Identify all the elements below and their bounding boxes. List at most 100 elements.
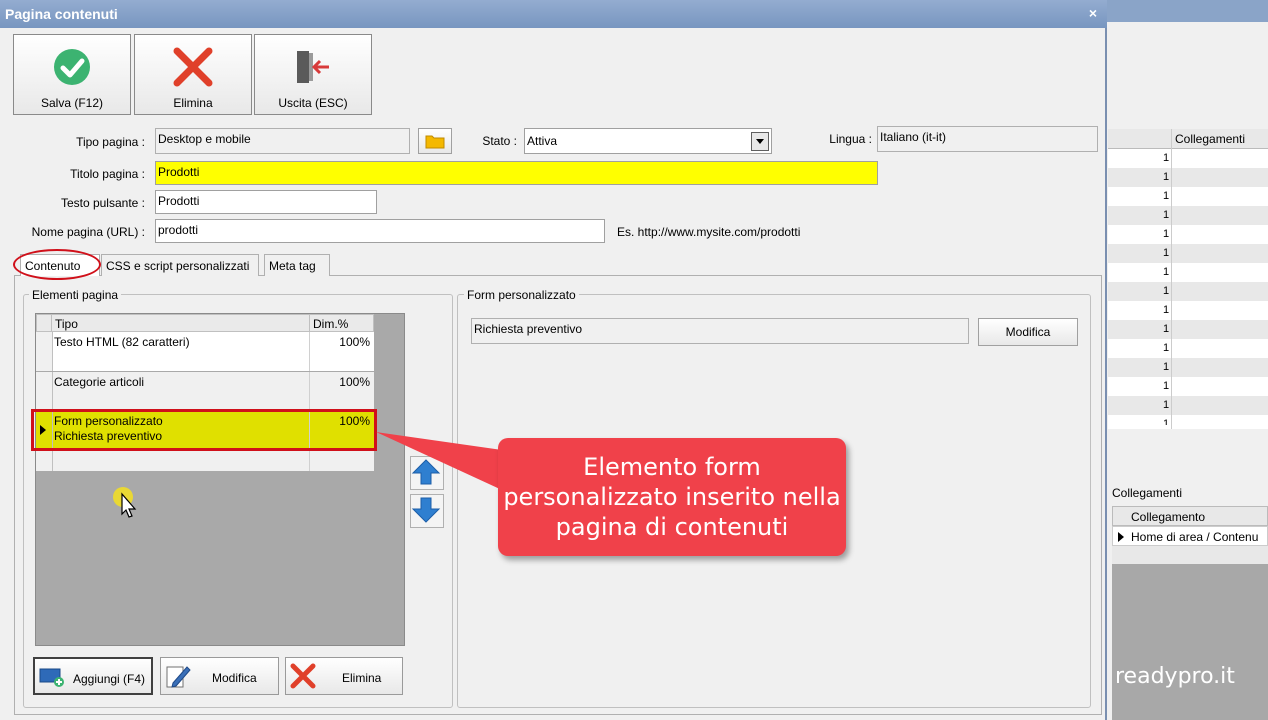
titolo-pagina-input[interactable]: Prodotti: [155, 161, 878, 185]
tipo-pagina-browse-button[interactable]: [418, 128, 452, 154]
background-collegamenti-title: Collegamenti: [1112, 486, 1183, 500]
background-grid-row: 1: [1108, 301, 1268, 320]
add-icon: [39, 668, 64, 687]
folder-icon: [425, 135, 445, 149]
row-selector: [36, 332, 53, 371]
dialog-title: Pagina contenuti: [5, 6, 118, 22]
add-element-label: Aggiungi (F4): [73, 672, 146, 686]
background-grid-cell: 1: [1163, 342, 1170, 354]
background-grid-row: 1: [1108, 206, 1268, 225]
background-grid-cell: 1: [1163, 190, 1170, 202]
tab-meta-tag[interactable]: Meta tag: [264, 254, 330, 276]
tipo-column-header[interactable]: Tipo: [51, 314, 310, 332]
tab-contenuto-highlight: [13, 249, 101, 280]
background-grid-row: 1: [1108, 396, 1268, 415]
background-grid-cell: 1: [1163, 304, 1170, 316]
url-example-text: Es. http://www.mysite.com/prodotti: [617, 225, 801, 239]
form-personalizzato-edit-button[interactable]: Modifica: [978, 318, 1078, 346]
table-row[interactable]: Categorie articoli 100%: [36, 372, 374, 411]
row-divider: [309, 332, 310, 371]
save-button[interactable]: Salva (F12): [13, 34, 131, 115]
background-grid-row: 1: [1108, 225, 1268, 244]
chevron-down-icon[interactable]: [751, 132, 769, 151]
row-pointer-icon: [1118, 532, 1124, 542]
tab-css-script[interactable]: CSS e script personalizzati: [101, 254, 259, 276]
close-icon[interactable]: ×: [1089, 5, 1097, 21]
tipo-pagina-field[interactable]: Desktop e mobile: [155, 128, 410, 154]
delete-element-label: Elimina: [342, 671, 382, 685]
form-personalizzato-field[interactable]: Richiesta preventivo: [471, 318, 969, 344]
selected-row-highlight: [31, 409, 377, 451]
titolo-pagina-label: Titolo pagina :: [70, 167, 145, 181]
lingua-field[interactable]: Italiano (it-it): [877, 126, 1098, 152]
background-collegamenti-row[interactable]: Home di area / Contenu: [1112, 526, 1268, 546]
background-grid-row: 1: [1108, 244, 1268, 263]
exit-button[interactable]: Uscita (ESC): [254, 34, 372, 115]
background-grid-cell: 1: [1163, 399, 1170, 411]
row-selector: [36, 451, 53, 471]
stato-selected-value: Attiva: [527, 134, 558, 148]
elementi-pagina-title: Elementi pagina: [29, 288, 122, 302]
testo-pulsante-input[interactable]: Prodotti: [155, 190, 377, 214]
background-collegamenti-header: Collegamento: [1112, 506, 1268, 526]
collegamento-column-header: Collegamento: [1131, 510, 1206, 524]
background-grid-cell: 1: [1163, 171, 1170, 183]
add-element-button[interactable]: Aggiungi (F4): [33, 657, 153, 695]
background-grid-row: 1: [1108, 339, 1268, 358]
background-grid-row: 1: [1108, 168, 1268, 187]
testo-pulsante-label: Testo pulsante :: [60, 196, 145, 210]
background-titlebar: [1106, 0, 1268, 22]
background-grid-row: 1: [1108, 320, 1268, 339]
background-grid-cell: 1: [1163, 361, 1170, 373]
tipo-pagina-label: Tipo pagina :: [76, 135, 145, 149]
edit-element-button[interactable]: Modifica: [160, 657, 279, 695]
background-grid-row: 1: [1108, 358, 1268, 377]
grid-corner-header: [36, 314, 52, 332]
edit-element-label: Modifica: [212, 671, 257, 685]
background-grid-row: 1: [1108, 282, 1268, 301]
save-button-label: Salva (F12): [40, 96, 104, 110]
background-grid-row: 1: [1108, 377, 1268, 396]
background-grid-cell: 1: [1163, 152, 1170, 164]
delete-button-label: Elimina: [173, 96, 213, 110]
background-grid-divider: [1171, 129, 1172, 429]
callout-annotation: Elemento form personalizzato inserito ne…: [498, 438, 846, 556]
row-tipo-cell: Testo HTML (82 caratteri): [54, 335, 190, 349]
row-selector: [36, 372, 53, 411]
row-divider: [309, 372, 310, 411]
background-grid-row: 1: [1108, 187, 1268, 206]
delete-button[interactable]: Elimina: [134, 34, 252, 115]
table-row-empty[interactable]: [36, 451, 374, 471]
callout-pointer: [376, 432, 502, 490]
stato-select[interactable]: Attiva: [524, 128, 772, 154]
row-divider: [309, 451, 310, 471]
background-grid-cell: 1: [1163, 418, 1170, 425]
background-collegamenti-empty-row: [1112, 546, 1268, 564]
watermark: readypro.it: [1115, 664, 1235, 689]
lingua-label: Lingua :: [829, 132, 872, 146]
background-grid-header: Collegamenti: [1108, 129, 1268, 149]
edit-pencil-icon: [166, 666, 191, 688]
row-dim-cell: 100%: [339, 335, 370, 349]
background-grid-cell: 1: [1163, 228, 1170, 240]
dialog-titlebar: Pagina contenuti ×: [0, 0, 1107, 28]
check-icon: [54, 49, 90, 85]
dim-column-header[interactable]: Dim.%: [309, 314, 374, 332]
background-grid-row: 1: [1108, 415, 1268, 425]
background-grid-cell: 1: [1163, 266, 1170, 278]
collegamento-row-text: Home di area / Contenu: [1131, 530, 1259, 544]
stato-label: Stato :: [482, 134, 517, 148]
delete-element-button[interactable]: Elimina: [285, 657, 403, 695]
background-grid-cell: 1: [1163, 247, 1170, 259]
form-personalizzato-title: Form personalizzato: [464, 288, 579, 302]
nome-pagina-label: Nome pagina (URL) :: [31, 225, 145, 239]
table-row[interactable]: Testo HTML (82 caratteri) 100%: [36, 332, 374, 371]
row-dim-cell: 100%: [339, 375, 370, 389]
background-grid-row: 1: [1108, 263, 1268, 282]
exit-button-label: Uscita (ESC): [278, 96, 348, 110]
background-grid-row: 1: [1108, 149, 1268, 168]
background-grid-cell: 1: [1163, 380, 1170, 392]
nome-pagina-input[interactable]: prodotti: [155, 219, 605, 243]
mouse-cursor-icon: [113, 487, 137, 518]
background-grid-cell: 1: [1163, 209, 1170, 221]
